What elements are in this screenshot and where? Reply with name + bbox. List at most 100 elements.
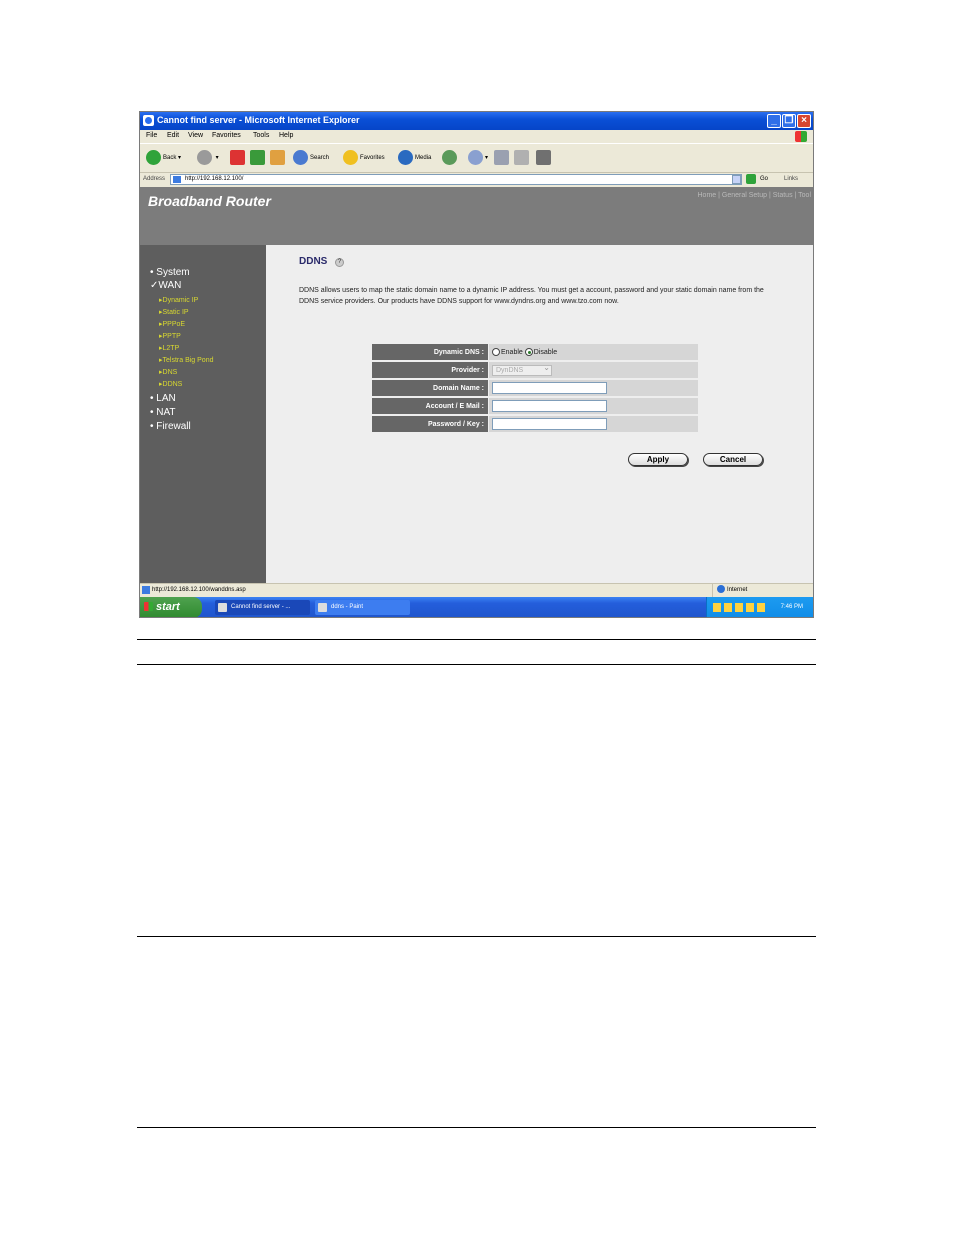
menu-favorites[interactable]: Favorites [212,132,241,139]
domain-name-input[interactable] [492,382,607,394]
page-description: DDNS allows users to map the static doma… [299,287,764,305]
nav-static-ip-label: Static IP [162,309,189,316]
go-button[interactable]: Go [760,176,768,182]
domain-name-cell [489,380,698,396]
menu-help[interactable]: Help [279,132,293,139]
task-ie[interactable]: Cannot find server - ... [215,600,310,615]
account-input[interactable] [492,400,607,412]
enable-radio[interactable] [492,348,500,356]
minimize-button[interactable]: _ [767,114,781,128]
nav-system-label: System [156,267,190,278]
ddns-form: Dynamic DNS : Enable Disable Provider : … [371,342,699,434]
menu-tools[interactable]: Tools [253,132,269,139]
refresh-button[interactable] [250,150,267,165]
provider-select[interactable]: DynDNS [492,363,552,376]
menu-edit[interactable]: Edit [167,132,179,139]
router-sidebar: • System ✓WAN ▸Dynamic IP ▸Static IP ▸PP… [140,245,266,583]
horizontal-rule [137,639,816,640]
disable-radio[interactable] [524,348,533,356]
history-button[interactable] [442,150,459,165]
password-input[interactable] [492,418,607,430]
cancel-button[interactable]: Cancel [703,453,763,466]
nav-pppoe-label: PPPoE [162,321,186,328]
taskbar: start Cannot find server - ... ddns - Pa… [140,597,813,617]
address-dropdown-button[interactable] [732,175,741,184]
print-button[interactable] [494,150,511,165]
tray-icons[interactable] [713,603,765,612]
address-input[interactable]: http://192.168.12.100/ [170,174,742,185]
row-account: Account / E Mail : [372,398,698,414]
menu-file[interactable]: File [146,132,157,139]
maximize-button[interactable]: ❐ [782,114,796,128]
star-icon [343,150,358,165]
address-label: Address [143,176,166,182]
dynamic-dns-label: Dynamic DNS : [372,344,488,360]
horizontal-rule [137,664,816,665]
status-bar: http://192.168.12.100/wanddns.asp Intern… [140,583,813,597]
home-button[interactable] [270,150,287,165]
media-button[interactable]: Media [398,150,431,165]
close-button[interactable]: × [797,114,811,128]
back-button[interactable]: Back ▾ [146,150,181,165]
router-brand: Broadband Router [148,193,271,209]
title-bar[interactable]: Cannot find server - Microsoft Internet … [140,112,813,130]
start-button[interactable]: start [140,597,202,617]
nav-static-ip[interactable]: ▸Static IP [159,308,189,316]
stop-button[interactable] [230,150,247,165]
nav-wan-label: WAN [158,280,182,291]
nav-pptp[interactable]: ▸PPTP [159,332,181,340]
back-label: Back [163,155,177,162]
row-dynamic-dns: Dynamic DNS : Enable Disable [372,344,698,360]
account-label: Account / E Mail : [372,398,488,414]
nav-firewall-label: Firewall [156,421,191,432]
menu-view[interactable]: View [188,132,203,139]
nav-ddns-label: DDNS [162,381,183,388]
search-button[interactable]: Search [293,150,329,165]
nav-system[interactable]: • System [150,267,190,278]
home-icon [270,150,285,165]
nav-dynamic-ip[interactable]: ▸Dynamic IP [159,296,198,304]
links-button[interactable]: Links [784,176,798,182]
go-arrow-icon[interactable] [746,174,756,184]
disable-label: Disable [533,348,558,356]
nav-telstra[interactable]: ▸Telstra Big Pond [159,356,214,364]
status-url: http://192.168.12.100/wanddns.asp [152,587,246,593]
nav-nat[interactable]: • NAT [150,407,176,418]
horizontal-rule [137,1127,816,1128]
stop-icon [230,150,245,165]
nav-dynamic-ip-label: Dynamic IP [162,297,199,304]
apply-button[interactable]: Apply [628,453,688,466]
help-icon[interactable]: ? [335,258,344,267]
globe-icon [717,585,725,594]
system-tray: 7:46 PM [706,597,813,617]
refresh-icon [250,150,265,165]
favorites-label: Favorites [360,155,385,162]
row-domain: Domain Name : [372,380,698,396]
nav-ddns[interactable]: ▸DDNS [159,380,182,388]
nav-l2tp[interactable]: ▸L2TP [159,344,179,352]
top-nav-links[interactable]: Home | General Setup | Status | Tool [698,192,812,199]
media-label: Media [415,155,432,162]
nav-l2tp-label: L2TP [162,345,180,352]
task-paint[interactable]: ddns - Paint [315,600,410,615]
nav-firewall[interactable]: • Firewall [150,421,191,432]
messenger-button[interactable] [536,150,553,165]
forward-button[interactable]: ▾ [197,150,219,165]
domain-name-label: Domain Name : [372,380,488,396]
media-icon [398,150,413,165]
router-main: DDNS ? DDNS allows users to map the stat… [266,245,813,583]
favorites-button[interactable]: Favorites [343,150,385,165]
edit-button[interactable] [514,150,531,165]
forward-arrow-icon [197,150,212,165]
messenger-icon [536,150,551,165]
nav-dns[interactable]: ▸DNS [159,368,177,376]
router-header: Broadband Router Home | General Setup | … [140,187,813,245]
horizontal-rule [137,936,816,937]
row-password: Password / Key : [372,416,698,432]
nav-lan[interactable]: • LAN [150,393,176,404]
nav-wan[interactable]: ✓WAN [150,280,181,291]
nav-pppoe[interactable]: ▸PPPoE [159,320,185,328]
enable-label: Enable [501,348,523,356]
mail-button[interactable]: ▾ [468,150,488,165]
status-zone-label: Internet [727,587,748,593]
